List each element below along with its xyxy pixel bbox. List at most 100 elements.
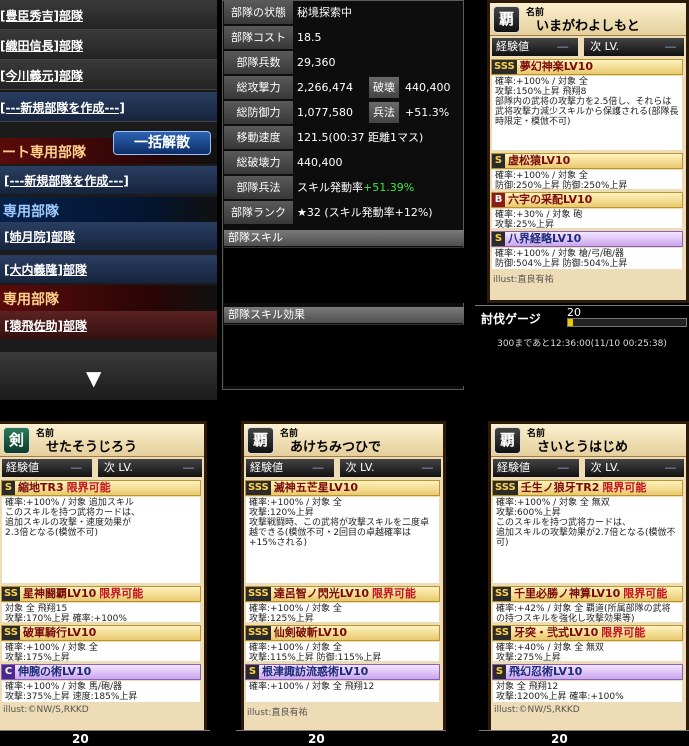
stat-value: スキル発動率+51.39% [297, 176, 414, 199]
skill-header[interactable]: SS 牙突・弐式LV10 限界可能 [492, 625, 684, 641]
skill-header[interactable]: SSS 壬生ノ狼牙TR2 限界可能 [492, 480, 684, 496]
release-all-button[interactable]: 一括解散 [113, 131, 211, 155]
skill-description: 確率:+30% / 対象 砲 攻撃:25%上昇 [492, 209, 683, 228]
card-name: せたそうじろう [46, 440, 138, 455]
gauge-value: 20 [72, 732, 89, 746]
exp-value: ― [312, 461, 324, 474]
skill-header[interactable]: SSS 仙剣破斬LV10 [245, 625, 441, 641]
deck-item[interactable]: [大内義隆]部隊 [0, 255, 217, 283]
scroll-down-button[interactable]: ▼ [0, 352, 217, 400]
skill-rank-badge: S [2, 481, 15, 495]
subjugation-gauge: 20 [479, 730, 689, 746]
skill-header[interactable]: S 虚松猿LV10 [491, 153, 684, 169]
skill-header[interactable]: SS 千里必勝ノ神算LV10 限界可能 [492, 586, 684, 602]
deck-item[interactable]: [豊臣秀吉]部隊 [0, 0, 217, 30]
stat-value: 1,077,580 [297, 101, 353, 124]
skill-header[interactable]: SS 破軍騎行LV10 [1, 625, 201, 641]
card-saito[interactable]: 覇 名前 さいとうはじめ 経験値 ― 次 LV. ― SSS 壬生ノ狼牙TR2 限界可能… [488, 421, 689, 746]
stat-label: 部隊兵法 [224, 176, 293, 199]
skill-header[interactable]: SS 星神闘覇LV10 限界可能 [1, 586, 201, 602]
stat-value-2: 440,400 [405, 81, 451, 94]
illust-credit: illust:©NW/S,RKKD [0, 705, 204, 717]
stat-label: 部隊兵数 [224, 51, 293, 74]
deck-item[interactable]: [猿飛佐助]部隊 [0, 311, 217, 339]
skill-header[interactable]: S 根津諏訪流惑術LV10 [245, 664, 441, 680]
skill-description: 確率:+100% / 対象 全 攻撃:125%上昇 [246, 603, 440, 622]
stat-value-text: 1,077,580 [297, 106, 353, 119]
skill-header[interactable]: SSS 滅神五芒星LV10 [245, 480, 441, 496]
exp-box: 経験値 ― [492, 38, 579, 56]
limit-break-label: 限界可能 [99, 587, 144, 600]
stat-value-text: 秘境探索中 [297, 6, 352, 19]
card-akechi[interactable]: 覇 名前 あけちみつひで 経験値 ― 次 LV. ― SSS 滅神五芒星LV10 確率… [241, 421, 446, 746]
next-level-box: 次 LV. ― [339, 459, 441, 477]
stat-value: 29,360 [297, 51, 336, 74]
skill-description: 確率:+100% / 対象 追加スキル このスキルを持つ武将カードは、 追加スキ… [2, 497, 200, 583]
stat-value: 121.5(00:37 距離1マス) [297, 126, 423, 149]
next-level-label: 次 LV. [590, 40, 620, 53]
stat-value: 2,266,474 [297, 76, 353, 99]
stat-row: 総攻撃力 2,266,474 破壊 440,400 [223, 76, 465, 100]
subjugation-gauge: 20 [236, 730, 446, 746]
skill-header[interactable]: B 六字の采配LV10 [491, 192, 684, 208]
skill-name: 達呂智ノ閃光LV10 [273, 587, 370, 600]
next-level-value: ― [665, 40, 677, 53]
next-level-label: 次 LV. [590, 461, 620, 474]
stat-label: 移動速度 [224, 126, 293, 149]
stat-row: 移動速度 121.5(00:37 距離1マス) [223, 126, 465, 150]
skill-name: 飛幻忍術LV10 [509, 665, 583, 678]
next-level-box: 次 LV. ― [97, 459, 202, 477]
skill-header[interactable]: S 飛幻忍術LV10 [492, 664, 684, 680]
skill-rank-badge: SSS [246, 481, 271, 495]
deck-item[interactable]: [今川義元]部隊 [0, 60, 217, 90]
card-header: 覇 名前 いまがわよしもと [490, 3, 686, 36]
skill-rank-badge: SS [2, 626, 20, 640]
skill-name: 仙剣破斬LV10 [273, 626, 348, 639]
exp-box: 経験値 ― [493, 459, 579, 477]
next-level-value: ― [665, 461, 677, 474]
limit-break-label: 限界可能 [66, 481, 111, 494]
skill-rank-badge: S [493, 665, 506, 679]
stat-label: 部隊の状態 [224, 1, 293, 24]
card-yoshimoto[interactable]: 覇 名前 いまがわよしもと 経験値 ― 次 LV. ― SSS 夢幻神楽LV10 確率… [487, 0, 689, 303]
skill-name: 夢幻神楽LV10 [519, 60, 594, 73]
skill-name: 壬生ノ狼牙TR2 [520, 481, 600, 494]
skill-header[interactable]: SSS 達呂智ノ閃光LV10 限界可能 [245, 586, 441, 602]
stat-value-2: +51.3% [405, 106, 450, 119]
exp-box: 経験値 ― [2, 459, 92, 477]
new-deck-link[interactable]: [---新規部隊を作成---] [0, 92, 217, 122]
exp-box: 経験値 ― [246, 459, 334, 477]
deck-item[interactable]: [姉月院]部隊 [0, 222, 217, 250]
subjugation-gauge: 討伐ゲージ 20 [475, 305, 689, 335]
skill-rank-badge: SS [493, 626, 511, 640]
group-title-3: 専用部隊 [0, 285, 217, 311]
skill-description: 確率:+40% / 対象 全 無双 攻撃:275%上昇 [493, 642, 683, 661]
next-level-label: 次 LV. [103, 461, 133, 474]
stat-value-text: 2,266,474 [297, 81, 353, 94]
skill-rank-badge: SSS [493, 481, 518, 495]
exp-row: 経験値 ― 次 LV. ― [490, 37, 686, 57]
limit-break-label: 限界可能 [623, 587, 668, 600]
card-name: いまがわよしもと [536, 19, 640, 34]
skill-header[interactable]: SSS 夢幻神楽LV10 [491, 59, 684, 75]
deck-item[interactable]: [織田信長]部隊 [0, 30, 217, 60]
deck-skill-box [224, 247, 464, 303]
new-deck-label: [---新規部隊を作成---] [0, 101, 125, 115]
skill-header[interactable]: S 八界経略LV10 [491, 231, 684, 247]
deck-label: [今川義元]部隊 [0, 69, 83, 83]
skill-header[interactable]: S 縮地TR3 限界可能 [1, 480, 201, 496]
stat-label: 総攻撃力 [224, 76, 293, 99]
exp-label: 経験値 [250, 461, 283, 474]
skill-description: 確率:+100% / 対象 全 攻撃:150%上昇 飛翔8 部隊内の武将の攻撃力… [492, 76, 683, 150]
card-seta[interactable]: 剣 名前 せたそうじろう 経験値 ― 次 LV. ― S 縮地TR3 限界可能 確率:+… [0, 421, 207, 746]
skill-rank-badge: SS [2, 587, 20, 601]
deck-skill-effect-header: 部隊スキル効果 [224, 307, 464, 323]
skill-name: 根津諏訪流惑術LV10 [262, 665, 369, 678]
card-type-icon: 剣 [3, 427, 30, 454]
skill-header[interactable]: C 伸腕の術LV10 [1, 664, 201, 680]
deck-skill-effect-box [224, 324, 464, 386]
exp-label: 経験値 [6, 461, 39, 474]
new-deck-link[interactable]: [---新規部隊を作成---] [0, 166, 217, 194]
stat-value: 440,400 [297, 151, 343, 174]
stat-label-2: 破壊 [369, 77, 399, 98]
